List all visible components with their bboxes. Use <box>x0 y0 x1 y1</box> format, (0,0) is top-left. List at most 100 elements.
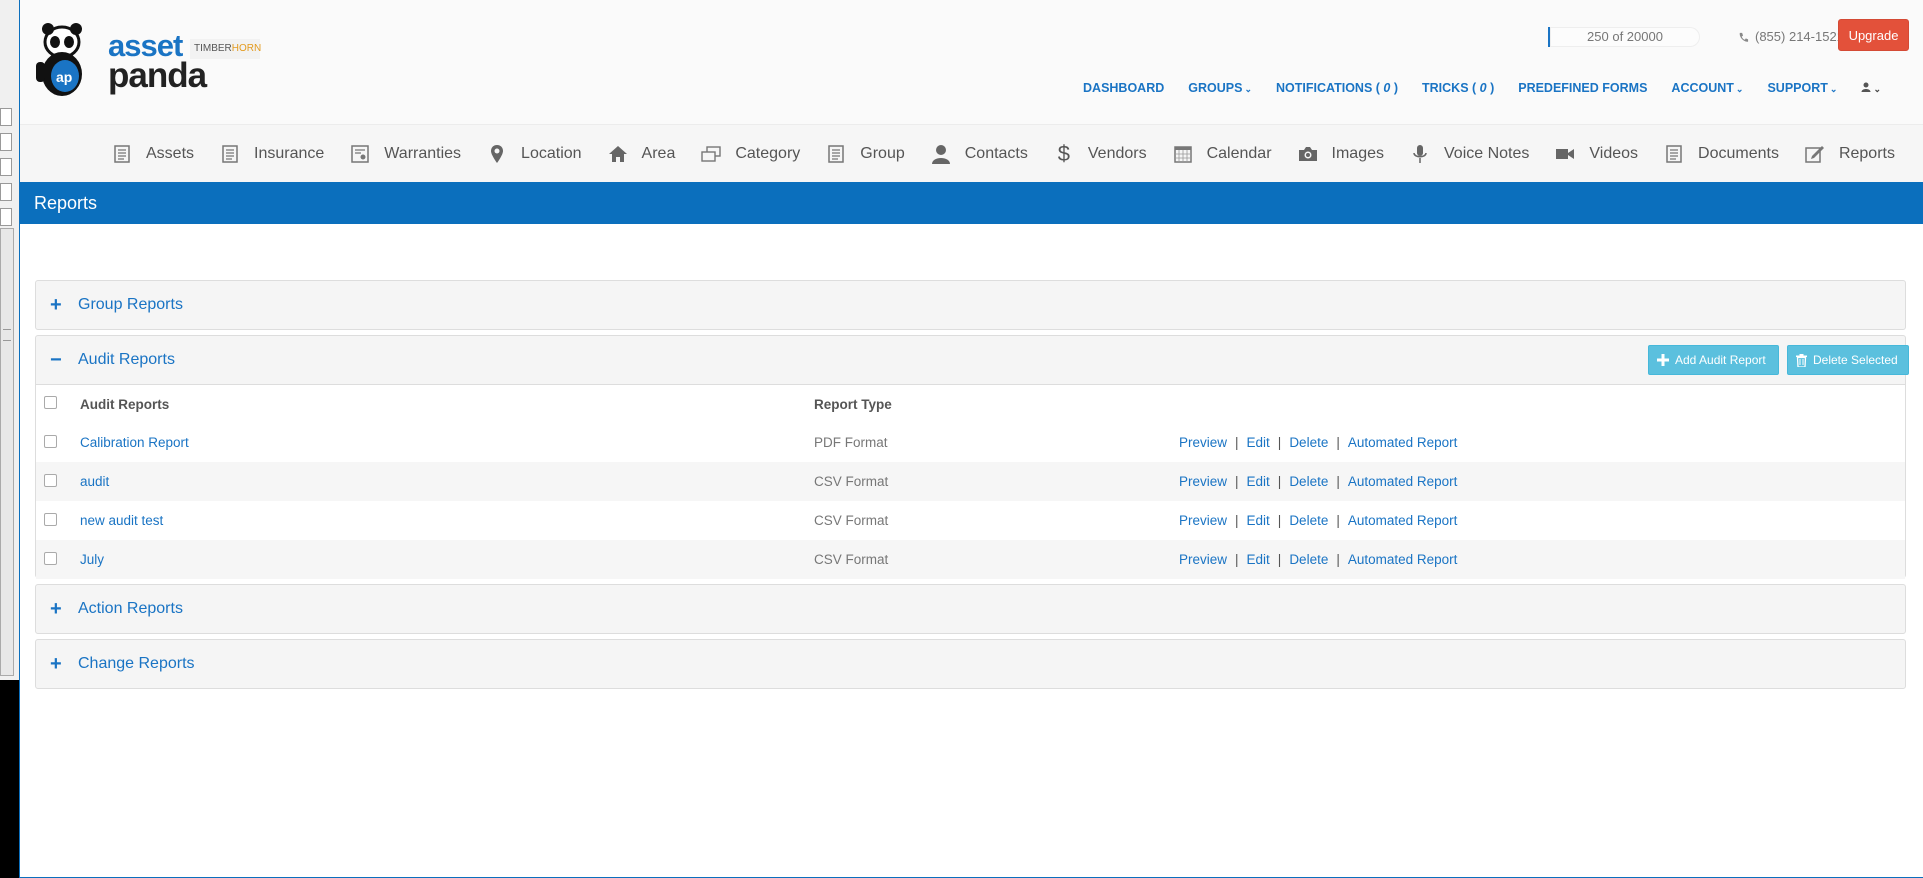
document-icon <box>1664 144 1684 164</box>
module-documents[interactable]: Documents <box>1664 144 1779 164</box>
report-name-link[interactable]: new audit test <box>80 513 163 528</box>
module-assets[interactable]: Assets <box>112 144 194 164</box>
report-name-link[interactable]: audit <box>80 474 109 489</box>
nav-tricks[interactable]: TRICKS ( 0 ) <box>1410 80 1506 97</box>
delete-link[interactable]: Delete <box>1289 513 1328 528</box>
add-audit-report-button[interactable]: Add Audit Report <box>1648 345 1779 375</box>
background-field <box>0 158 12 176</box>
table-row: July CSV Format Preview | Edit | Delete | Auto… <box>36 540 1905 579</box>
microphone-icon <box>1410 144 1430 164</box>
expand-icon[interactable]: + <box>50 295 62 315</box>
report-type: CSV Format <box>814 462 1179 501</box>
asset-panda-logo[interactable]: ap asset panda <box>34 22 207 100</box>
report-name-link[interactable]: July <box>80 552 104 567</box>
module-insurance[interactable]: Insurance <box>220 144 324 164</box>
group-reports-panel: + Group Reports <box>35 280 1906 330</box>
background-field <box>0 108 12 126</box>
table-row: new audit test CSV Format Preview | Edit | D… <box>36 501 1905 540</box>
module-vendors[interactable]: $ Vendors <box>1054 141 1147 166</box>
edit-link[interactable]: Edit <box>1247 513 1270 528</box>
module-videos[interactable]: Videos <box>1555 144 1638 164</box>
nav-dashboard[interactable]: DASHBOARD <box>1071 80 1176 97</box>
automated-report-link[interactable]: Automated Report <box>1348 552 1458 567</box>
group-reports-title[interactable]: Group Reports <box>78 296 183 314</box>
camera-icon <box>1298 144 1318 164</box>
nav-groups[interactable]: GROUPS ⌄ <box>1176 80 1264 97</box>
module-calendar[interactable]: Calendar <box>1173 144 1272 164</box>
table-header-row: Audit Reports Report Type <box>36 384 1905 423</box>
automated-report-link[interactable]: Automated Report <box>1348 435 1458 450</box>
calendar-icon <box>1173 144 1193 164</box>
row-checkbox[interactable] <box>44 512 57 526</box>
expand-icon[interactable]: + <box>50 599 62 619</box>
document-icon <box>220 144 240 164</box>
chevron-down-icon: ⌄ <box>1829 84 1838 94</box>
report-type: CSV Format <box>814 540 1179 579</box>
trash-icon <box>1796 353 1807 367</box>
module-voice-notes[interactable]: Voice Notes <box>1410 144 1529 164</box>
module-bar: Assets Insurance Warranties Location Are… <box>20 124 1923 183</box>
action-reports-panel: + Action Reports <box>35 584 1906 634</box>
preview-link[interactable]: Preview <box>1179 513 1227 528</box>
nav-support[interactable]: SUPPORT ⌄ <box>1755 80 1849 97</box>
row-checkbox[interactable] <box>44 551 57 565</box>
plus-icon <box>1657 354 1669 366</box>
group-reports-header[interactable]: + Group Reports <box>36 281 1905 329</box>
preview-link[interactable]: Preview <box>1179 552 1227 567</box>
edit-link[interactable]: Edit <box>1247 552 1270 567</box>
document-icon <box>826 144 846 164</box>
delete-link[interactable]: Delete <box>1289 552 1328 567</box>
background-scrollbar[interactable] <box>0 228 14 676</box>
certificate-icon <box>350 144 370 164</box>
delete-link[interactable]: Delete <box>1289 474 1328 489</box>
header: ap asset panda TIMBERHORN 250 of 20000 (… <box>20 0 1923 124</box>
user-icon <box>1861 82 1871 92</box>
delete-link[interactable]: Delete <box>1289 435 1328 450</box>
report-name-link[interactable]: Calibration Report <box>80 435 189 450</box>
module-area[interactable]: Area <box>608 144 675 164</box>
table-row: audit CSV Format Preview | Edit | Delete | Aut… <box>36 462 1905 501</box>
module-location[interactable]: Location <box>487 144 582 164</box>
collapse-icon[interactable]: − <box>50 350 62 370</box>
select-all-checkbox[interactable] <box>44 396 57 409</box>
nav-account[interactable]: ACCOUNT ⌄ <box>1659 80 1755 97</box>
module-warranties[interactable]: Warranties <box>350 144 461 164</box>
nav-predefined-forms[interactable]: PREDEFINED FORMS <box>1506 80 1659 97</box>
video-camera-icon <box>1555 144 1575 164</box>
edit-link[interactable]: Edit <box>1247 435 1270 450</box>
nav-notifications[interactable]: NOTIFICATIONS ( 0 ) <box>1264 80 1410 97</box>
row-checkbox[interactable] <box>44 434 57 448</box>
change-reports-title[interactable]: Change Reports <box>78 655 195 673</box>
automated-report-link[interactable]: Automated Report <box>1348 474 1458 489</box>
report-type: PDF Format <box>814 423 1179 462</box>
audit-reports-panel: − Audit Reports Add Audit Report Delete … <box>35 335 1909 579</box>
module-group[interactable]: Group <box>826 144 905 164</box>
row-actions: Preview | Edit | Delete | Automated Report <box>1179 540 1905 579</box>
chevron-down-icon: ⌄ <box>1735 84 1744 94</box>
nav-user-menu[interactable]: ⌄ <box>1849 80 1893 97</box>
preview-link[interactable]: Preview <box>1179 435 1227 450</box>
upgrade-button[interactable]: Upgrade <box>1838 19 1909 51</box>
app-window: ap asset panda TIMBERHORN 250 of 20000 (… <box>19 0 1923 878</box>
edit-link[interactable]: Edit <box>1247 474 1270 489</box>
module-reports[interactable]: Reports <box>1805 144 1895 164</box>
module-images[interactable]: Images <box>1298 144 1384 164</box>
audit-reports-header[interactable]: − Audit Reports Add Audit Report Delete … <box>36 336 1909 384</box>
page-title-bar: Reports <box>20 182 1923 224</box>
action-reports-title[interactable]: Action Reports <box>78 600 183 618</box>
preview-link[interactable]: Preview <box>1179 474 1227 489</box>
delete-selected-button[interactable]: Delete Selected <box>1787 345 1909 375</box>
user-icon <box>931 144 951 164</box>
audit-reports-title[interactable]: Audit Reports <box>78 351 175 369</box>
module-contacts[interactable]: Contacts <box>931 144 1028 164</box>
row-checkbox[interactable] <box>44 473 57 487</box>
change-reports-header[interactable]: + Change Reports <box>36 640 1905 688</box>
expand-icon[interactable]: + <box>50 654 62 674</box>
audit-reports-table: Audit Reports Report Type Calibration Re… <box>36 384 1905 579</box>
brand-panda: panda <box>108 56 207 95</box>
svg-text:ap: ap <box>56 69 72 85</box>
module-category[interactable]: Category <box>701 144 800 164</box>
action-reports-header[interactable]: + Action Reports <box>36 585 1905 633</box>
partner-logo: TIMBERHORN <box>190 39 261 59</box>
automated-report-link[interactable]: Automated Report <box>1348 513 1458 528</box>
